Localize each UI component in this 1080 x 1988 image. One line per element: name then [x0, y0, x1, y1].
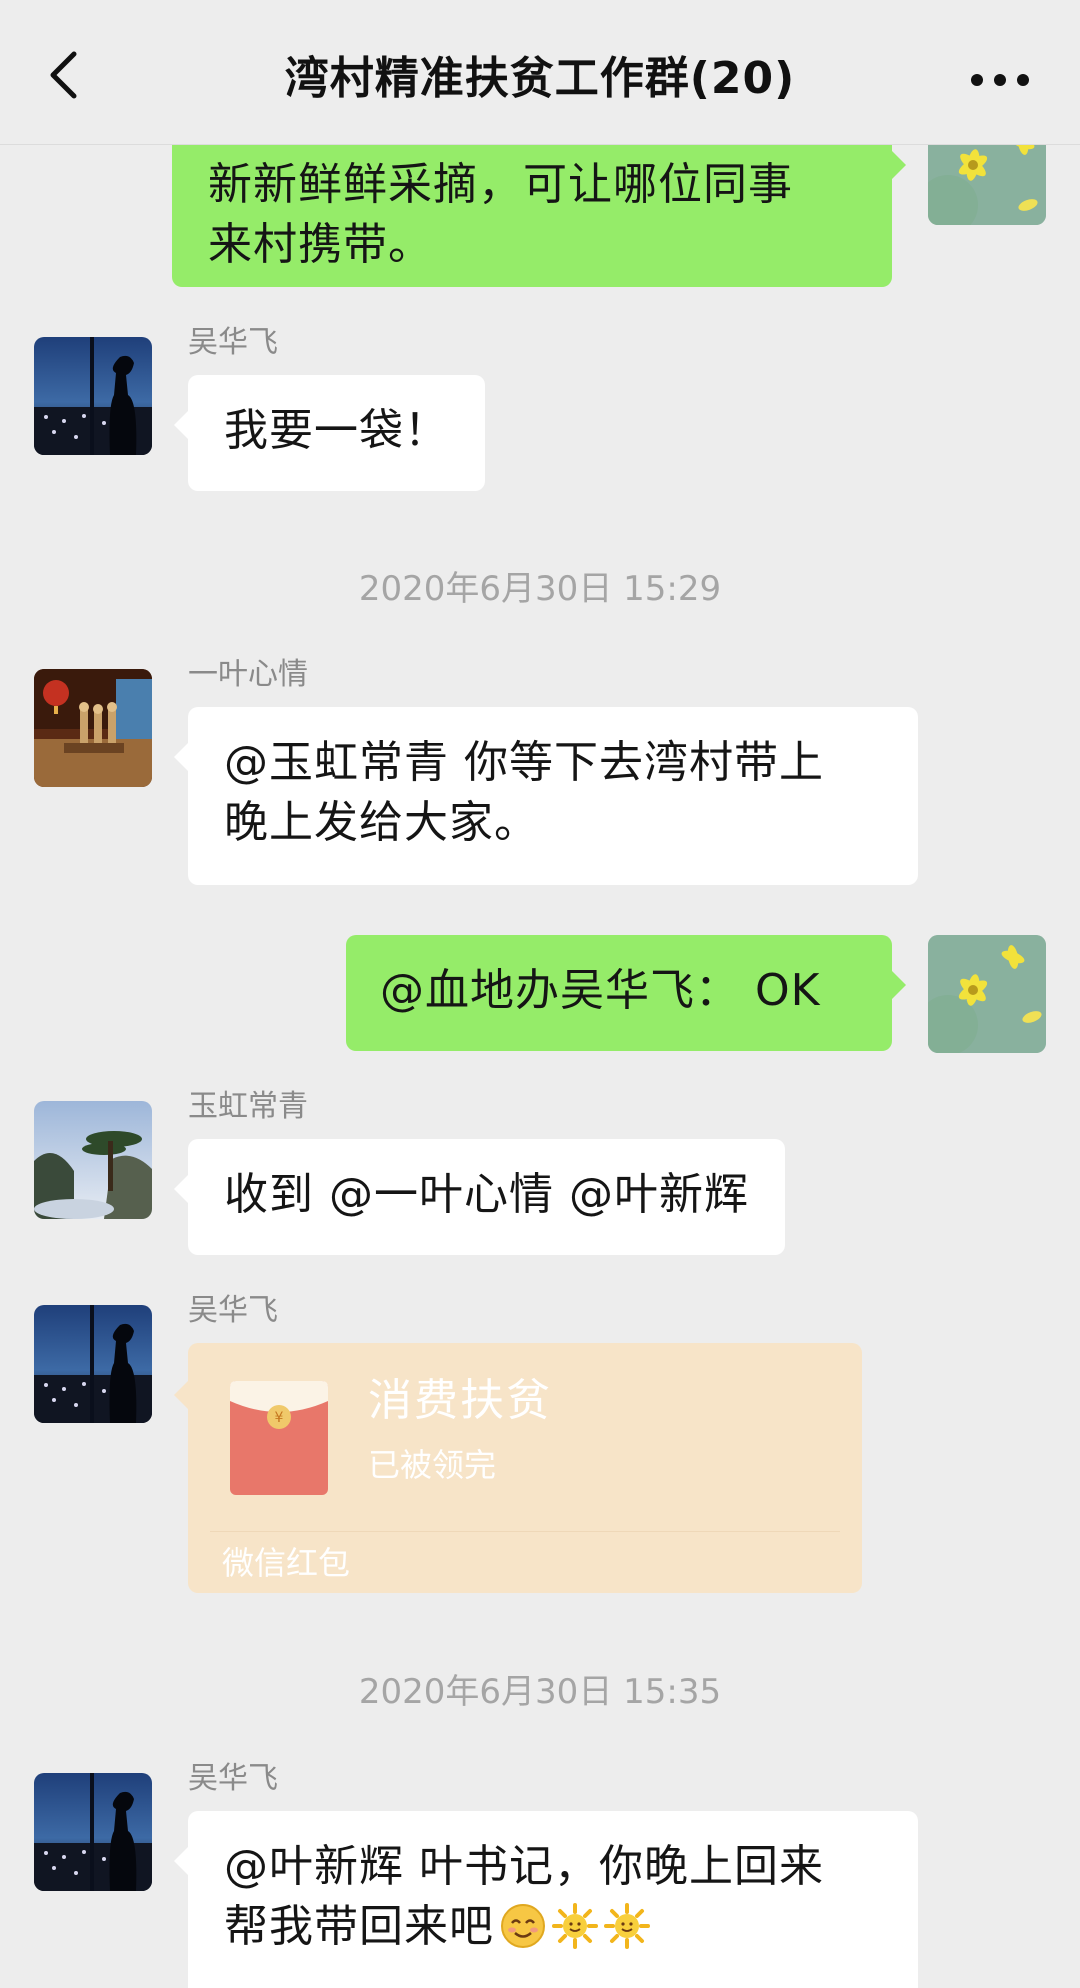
- message-list[interactable]: 新新鲜鲜采摘，可让哪位同事 来村携带。 吴华飞 我要一袋！ 2020年6月30日…: [0, 145, 1080, 1988]
- message-text-line-2: 帮我带回来吧: [224, 1897, 882, 1957]
- smile-emoji-icon: [501, 1904, 545, 1948]
- avatar-yiye-xinqing[interactable]: [34, 669, 152, 787]
- sender-name: 吴华飞: [188, 325, 278, 360]
- message-bubble-outgoing[interactable]: @血地办吴华飞： OK: [346, 935, 906, 1051]
- sender-name: 一叶心情: [188, 657, 308, 692]
- message-text-line: @叶新辉 叶书记，你晚上回来: [224, 1841, 824, 1892]
- timestamp: 2020年6月30日 15:29: [358, 569, 722, 609]
- avatar-yuhong-changqing[interactable]: [34, 1101, 152, 1219]
- sender-name: 吴华飞: [188, 1293, 278, 1328]
- more-dots-icon: [971, 74, 1029, 86]
- red-packet-footer: 微信红包: [222, 1544, 351, 1582]
- message-bubble-incoming[interactable]: @玉虹常青 你等下去湾村带上 晚上发给大家。: [174, 707, 918, 885]
- sun-emoji-icon: [552, 1903, 598, 1949]
- back-button[interactable]: [38, 45, 88, 105]
- more-button[interactable]: [965, 60, 1035, 100]
- chat-title: 湾村精准扶贫工作群(20): [284, 53, 796, 104]
- message-bubble-incoming[interactable]: 我要一袋！: [174, 375, 485, 491]
- svg-text:¥: ¥: [275, 1410, 284, 1426]
- message-bubble-incoming[interactable]: 收到 @一叶心情 @叶新辉: [174, 1139, 785, 1255]
- message-text: 帮我带回来吧: [224, 1901, 494, 1952]
- red-packet-title: 消费扶贫: [368, 1375, 552, 1426]
- chat-header: 湾村精准扶贫工作群(20): [0, 0, 1080, 145]
- chevron-left-icon: [50, 51, 77, 99]
- my-avatar[interactable]: [928, 145, 1046, 225]
- avatar-wu-huafei[interactable]: [34, 1305, 152, 1423]
- my-avatar[interactable]: [928, 935, 1046, 1053]
- avatar-wu-huafei[interactable]: [34, 1773, 152, 1891]
- red-packet-message[interactable]: ¥ 消费扶贫 已被领完 微信红包: [174, 1343, 862, 1593]
- avatar-wu-huafei[interactable]: [34, 337, 152, 455]
- sender-name: 玉虹常青: [188, 1089, 308, 1124]
- red-envelope-icon: ¥: [230, 1381, 328, 1495]
- message-bubble-incoming[interactable]: @叶新辉 叶书记，你晚上回来 帮我带回来吧: [174, 1811, 918, 1988]
- sender-name: 吴华飞: [188, 1761, 278, 1796]
- message-bubble-outgoing[interactable]: 新新鲜鲜采摘，可让哪位同事 来村携带。: [172, 145, 906, 287]
- sun-emoji-icon: [604, 1903, 650, 1949]
- red-packet-divider: [210, 1531, 840, 1532]
- timestamp: 2020年6月30日 15:35: [358, 1672, 722, 1712]
- red-packet-status: 已被领完: [368, 1446, 497, 1484]
